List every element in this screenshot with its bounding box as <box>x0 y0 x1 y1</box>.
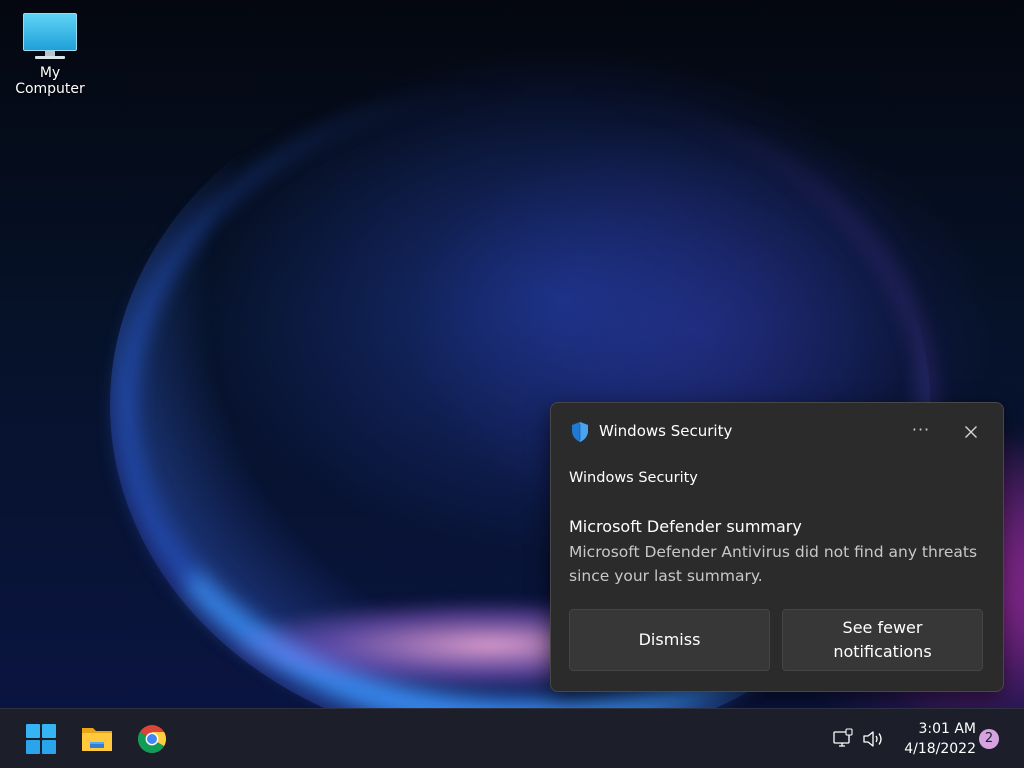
volume-button[interactable] <box>862 728 886 750</box>
dismiss-button[interactable]: Dismiss <box>569 609 770 671</box>
clock-date: 4/18/2022 <box>904 741 976 757</box>
shield-icon <box>572 422 588 442</box>
network-button[interactable] <box>832 728 854 750</box>
desktop-icon-label: My Computer <box>15 65 85 97</box>
folder-icon <box>82 728 112 751</box>
monitor-icon <box>23 13 77 61</box>
ellipsis-icon: ··· <box>911 420 931 439</box>
start-button[interactable] <box>23 721 59 757</box>
toast-body: Microsoft Defender Antivirus did not fin… <box>569 543 978 585</box>
desktop-icon-my-computer[interactable]: My Computer <box>4 10 96 97</box>
network-icon <box>833 728 853 747</box>
notification-toast: Windows Security ··· Windows Security Mi… <box>550 402 1004 692</box>
toast-attribution: Windows Security <box>569 470 698 486</box>
close-button[interactable] <box>955 417 987 447</box>
see-fewer-notifications-button[interactable]: See fewer notifications <box>782 609 983 671</box>
close-icon <box>965 426 977 438</box>
toast-title: Microsoft Defender summary <box>569 517 802 536</box>
volume-icon <box>863 731 882 747</box>
see-fewer-button-label: See fewer notifications <box>833 618 932 661</box>
chrome-icon <box>138 725 166 753</box>
taskbar: 3:01 AM 4/18/2022 2 <box>0 708 1024 768</box>
dismiss-button-label: Dismiss <box>638 630 701 649</box>
windows-logo-icon <box>26 724 56 754</box>
more-options-button[interactable]: ··· <box>905 417 937 447</box>
toast-app-name: Windows Security <box>599 422 733 440</box>
file-explorer-button[interactable] <box>79 721 115 757</box>
taskbar-clock[interactable]: 3:01 AM 4/18/2022 <box>896 719 976 759</box>
notification-count-badge[interactable]: 2 <box>979 729 999 749</box>
clock-time: 3:01 AM <box>918 721 976 737</box>
chrome-button[interactable] <box>134 721 170 757</box>
